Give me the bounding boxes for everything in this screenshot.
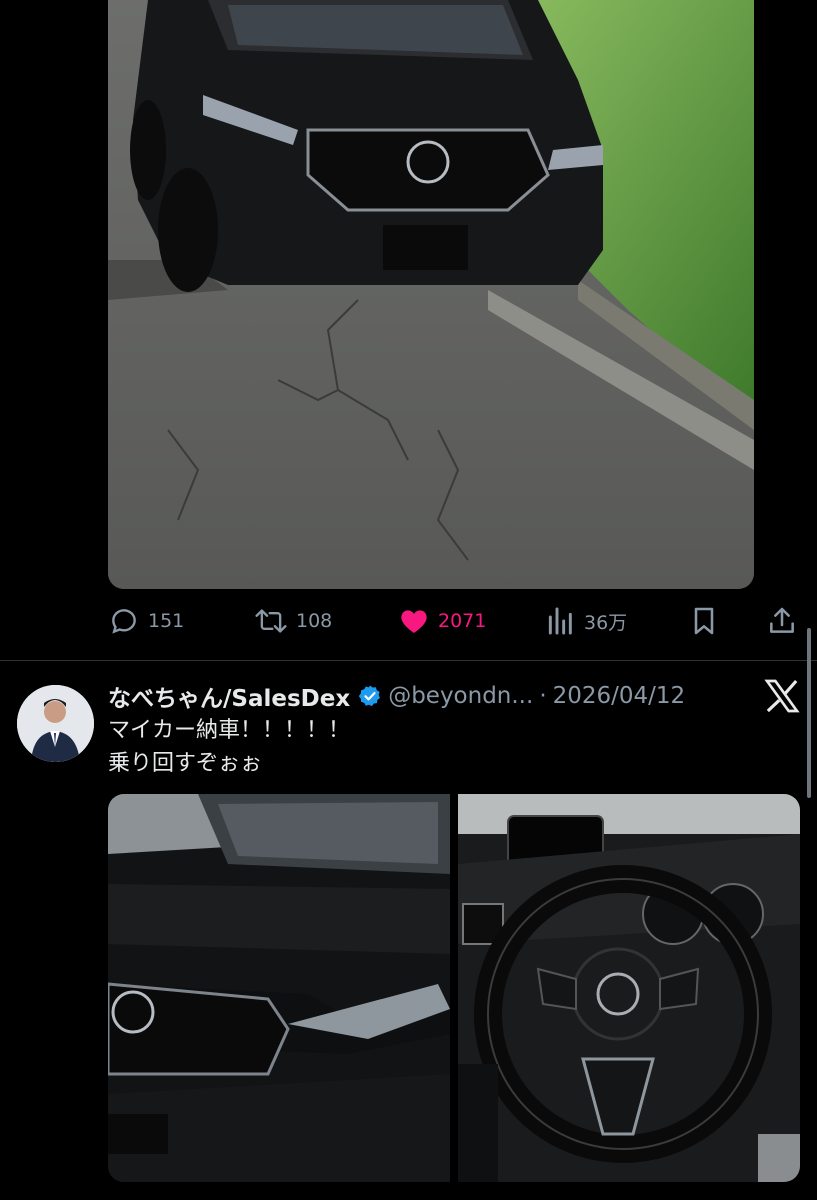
bookmark-button[interactable] xyxy=(688,602,720,640)
x-logo-icon xyxy=(762,676,802,716)
tweet-text-line: マイカー納車！！！！！ xyxy=(108,718,351,743)
car-street-illustration xyxy=(108,0,754,589)
share-icon xyxy=(766,605,798,637)
tweet-date[interactable]: 2026/04/12 xyxy=(553,683,686,709)
retweet-button[interactable]: 108 xyxy=(254,602,332,640)
verified-badge-icon xyxy=(358,684,382,708)
tweet-photo-car-front[interactable] xyxy=(108,794,450,1182)
retweet-count: 108 xyxy=(296,610,333,632)
tweet-header: なべちゃん/SalesDex @beyondn... · 2026/04/12 xyxy=(108,678,685,714)
like-button[interactable]: 2071 xyxy=(398,602,486,640)
retweet-icon xyxy=(254,605,288,637)
reply-icon xyxy=(108,605,140,637)
like-count: 2071 xyxy=(438,610,487,632)
header-separator: · xyxy=(539,683,547,709)
tweet-divider xyxy=(0,660,817,661)
avatar-person-icon xyxy=(17,685,94,762)
car-front-illustration xyxy=(108,794,450,1182)
reply-button[interactable]: 151 xyxy=(108,602,184,640)
bookmark-icon xyxy=(688,605,720,637)
tweet-photo-car-street[interactable] xyxy=(108,0,754,589)
tweet-text-line: 乗り回すぞぉぉ xyxy=(108,751,263,776)
tweet-photo-car-interior[interactable] xyxy=(458,794,800,1182)
tweet-text: マイカー納車！！！！！ 乗り回すぞぉぉ xyxy=(108,714,350,780)
avatar[interactable] xyxy=(17,685,94,762)
heart-filled-icon xyxy=(398,605,430,637)
car-interior-illustration xyxy=(458,794,800,1182)
tweet-action-bar: 151 108 2071 36万 xyxy=(108,602,798,640)
display-name[interactable]: なべちゃん/SalesDex xyxy=(108,679,350,713)
views-count: 36万 xyxy=(584,611,628,634)
views-button[interactable]: 36万 xyxy=(546,602,627,640)
share-button[interactable] xyxy=(766,602,798,640)
views-chart-icon xyxy=(546,605,576,637)
reply-count: 151 xyxy=(148,610,185,632)
user-handle[interactable]: @beyondn... xyxy=(388,683,533,709)
scrollbar-thumb[interactable] xyxy=(807,628,811,798)
